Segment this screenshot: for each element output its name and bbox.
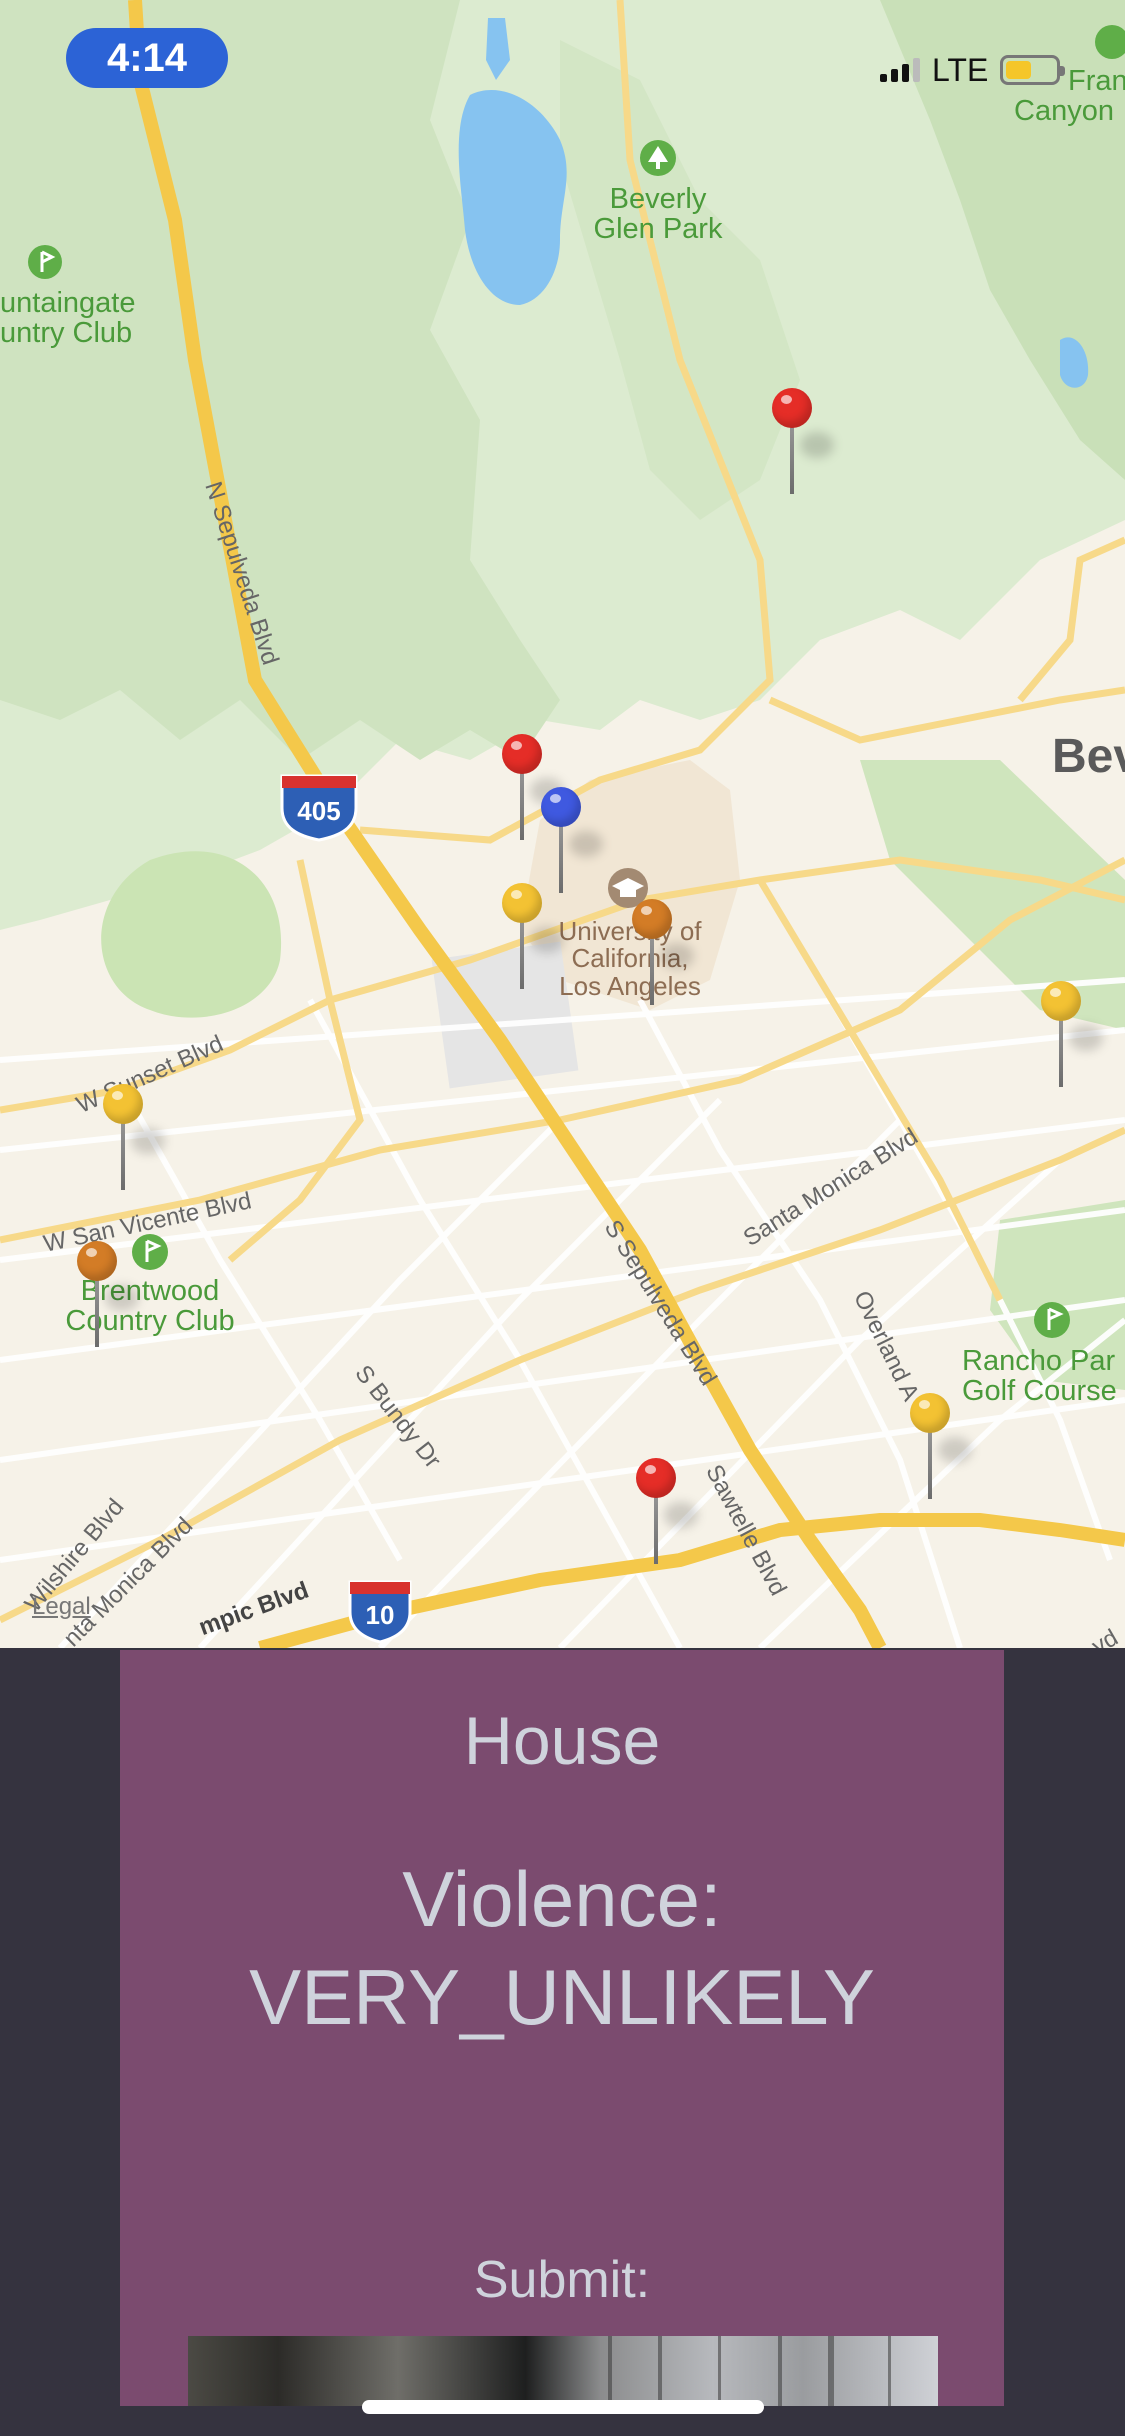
- map-pin-red[interactable]: [636, 1458, 698, 1568]
- map-pin-orange[interactable]: [77, 1241, 139, 1351]
- submit-image-thumbnail[interactable]: [188, 2336, 938, 2406]
- detected-label-title: House: [463, 1703, 661, 1779]
- home-indicator[interactable]: [362, 2400, 764, 2414]
- battery-level: [1006, 61, 1031, 79]
- violence-label: Violence:: [402, 1855, 722, 1943]
- map-pin-blue[interactable]: [541, 787, 603, 897]
- legal-link[interactable]: Legal: [32, 1593, 91, 1621]
- rancho-park-label: Rancho Par Golf Course: [962, 1345, 1117, 1408]
- result-panel: House Violence: VERY_UNLIKELY Submit:: [120, 1650, 1004, 2406]
- tree-icon: [640, 140, 676, 176]
- map-pin-yellow[interactable]: [910, 1393, 972, 1503]
- interstate-10-shield: 10: [348, 1580, 412, 1644]
- map-pin-orange[interactable]: [632, 899, 694, 1009]
- status-indicators: LTE: [880, 51, 1066, 88]
- map-pin-yellow[interactable]: [1041, 981, 1103, 1091]
- beverly-glen-park-label: Beverly Glen Park: [593, 183, 723, 246]
- map-pin-red[interactable]: [772, 388, 834, 498]
- map-view[interactable]: 405 10 Beverly Glen Park untaingate untr…: [0, 0, 1125, 1648]
- interstate-405-label: 405: [297, 796, 340, 826]
- violence-value: VERY_UNLIKELY: [249, 1953, 875, 2041]
- cellular-signal-icon: [880, 58, 920, 82]
- interstate-405-shield: 405: [280, 774, 358, 842]
- golf-icon-rancho: [1034, 1302, 1070, 1338]
- country-club-top-label: untaingate untry Club: [0, 287, 136, 350]
- submit-label: Submit:: [473, 2251, 651, 2309]
- map-pin-red[interactable]: [502, 734, 564, 844]
- golf-icon-brentwood: [132, 1234, 168, 1270]
- violence-rating: Violence: VERY_UNLIKELY: [120, 1850, 1004, 2046]
- status-time-pill[interactable]: 4:14: [66, 28, 228, 88]
- interstate-10-label: 10: [366, 1600, 395, 1630]
- battery-icon: [1000, 55, 1066, 85]
- golf-icon-top: [28, 245, 62, 279]
- network-type: LTE: [932, 51, 989, 88]
- map-pin-yellow[interactable]: [502, 883, 564, 993]
- beverly-hills-label: Bev: [1052, 730, 1125, 783]
- map-pin-yellow[interactable]: [103, 1084, 165, 1194]
